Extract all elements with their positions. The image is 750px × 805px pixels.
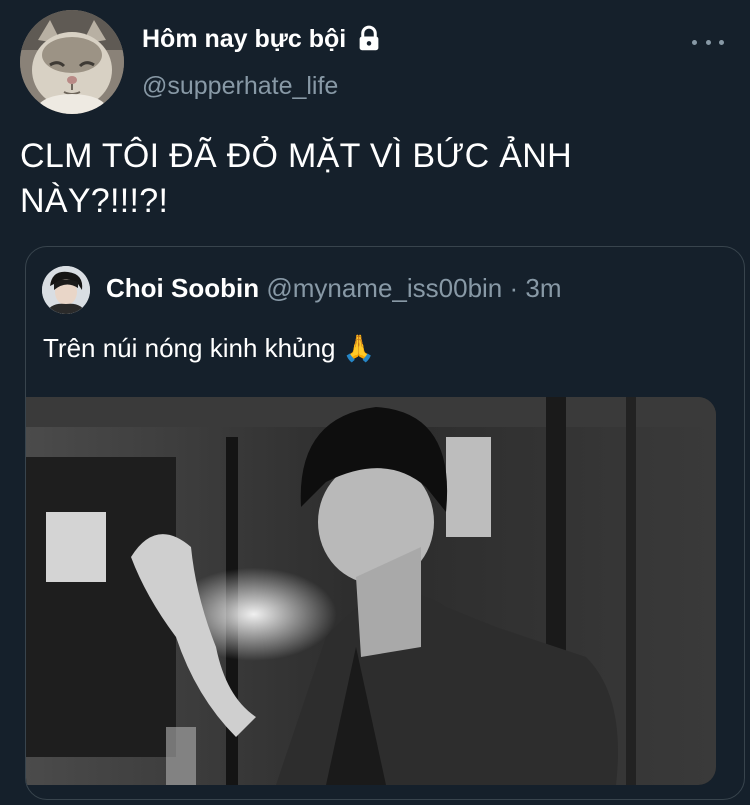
author-display-name[interactable]: Hôm nay bực bội xyxy=(142,24,384,54)
lock-icon xyxy=(359,25,379,51)
more-horizontal-icon[interactable] xyxy=(692,32,724,52)
quoted-tweet-text: Trên núi nóng kinh khủng 🙏 xyxy=(43,333,376,363)
person-avatar-image xyxy=(42,266,90,314)
tweet-text: CLM TÔI ĐÃ ĐỎ MẶT VÌ BỨC ẢNH NÀY?!!!?! xyxy=(20,137,572,220)
quoted-timestamp[interactable]: 3m xyxy=(525,273,561,303)
cat-avatar-image xyxy=(20,10,124,114)
author-handle[interactable]: @supperhate_life xyxy=(142,72,338,101)
quoted-author-handle[interactable]: @myname_iss00bin xyxy=(266,273,502,303)
quoted-photo[interactable] xyxy=(26,397,716,785)
quoted-author-avatar[interactable] xyxy=(42,266,90,314)
quoted-header: Choi Soobin @myname_iss00bin · 3m xyxy=(106,273,562,304)
black-and-white-photo-image xyxy=(26,397,716,785)
author-name-text: Hôm nay bực bội xyxy=(142,24,347,53)
quoted-tweet-card[interactable]: Choi Soobin @myname_iss00bin · 3m Trên n… xyxy=(25,246,745,800)
header-separator: · xyxy=(509,273,519,303)
quoted-author-name[interactable]: Choi Soobin xyxy=(106,273,259,303)
author-avatar[interactable] xyxy=(20,10,124,114)
